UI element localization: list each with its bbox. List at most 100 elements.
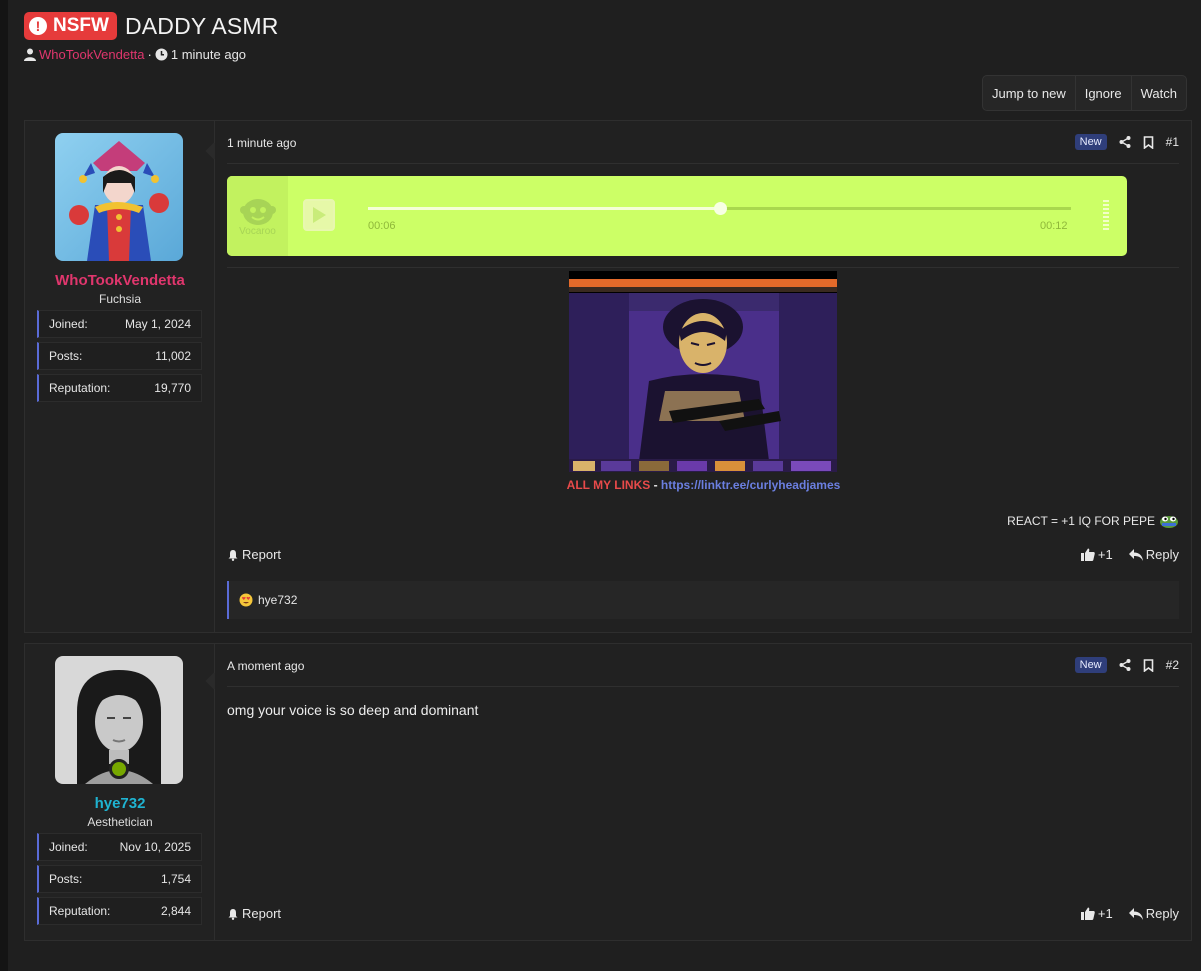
share-icon[interactable]	[1119, 659, 1131, 671]
meta-separator: ·	[147, 47, 152, 62]
total-time: 00:12	[1040, 220, 1068, 232]
vocaroo-player: Vocaroo 00:06 00:12	[227, 176, 1127, 256]
stat-value[interactable]: 11,002	[155, 349, 191, 363]
report-label: Report	[242, 906, 282, 921]
thread-time[interactable]: 1 minute ago	[171, 47, 246, 62]
thread-author-link[interactable]: WhoTookVendetta	[39, 47, 145, 62]
stat-value: 19,770	[154, 381, 191, 395]
user-title: Aesthetician	[87, 815, 153, 829]
stat-joined: Joined: May 1, 2024	[37, 310, 202, 338]
links-label: ALL MY LINKS	[566, 478, 651, 492]
report-label: Report	[242, 547, 282, 562]
username-link[interactable]: hye732	[25, 795, 215, 812]
clock-icon	[155, 48, 168, 61]
reply-icon	[1128, 548, 1143, 561]
post-content: 1 minute ago New #1 Vocaroo 00:06 00:12 …	[215, 121, 1191, 632]
post-user-cell: hye732 Aesthetician Joined: Nov 10, 2025…	[25, 644, 215, 940]
reactions-bar[interactable]: hye732	[227, 581, 1179, 619]
divider	[227, 686, 1179, 687]
post-actions: Report +1 Reply	[227, 906, 1179, 921]
stat-value: May 1, 2024	[124, 317, 191, 331]
username-link[interactable]: WhoTookVendetta	[25, 272, 215, 289]
pepe-emoji-icon	[1159, 514, 1179, 528]
thread-meta: WhoTookVendetta · 1 minute ago	[24, 47, 246, 62]
stat-value[interactable]: 1,754	[161, 872, 191, 886]
jump-to-new-button[interactable]: Jump to new	[983, 76, 1076, 110]
thumbs-up-icon	[1080, 548, 1095, 561]
reply-label: Reply	[1145, 547, 1179, 562]
post-tools: New #1	[1074, 134, 1179, 150]
stat-label: Reputation:	[49, 381, 111, 395]
like-count: +1	[1097, 906, 1113, 921]
page-edge	[0, 0, 8, 971]
reaction-user[interactable]: hye732	[258, 593, 297, 607]
stat-label: Posts:	[49, 349, 83, 363]
bookmark-icon[interactable]	[1143, 658, 1154, 672]
thread-title-text: DADDY ASMR	[124, 12, 279, 39]
new-badge: New	[1074, 134, 1107, 150]
volume-icon[interactable]	[1103, 200, 1109, 230]
seek-bar[interactable]	[368, 202, 1071, 215]
stat-label: Posts:	[49, 872, 83, 886]
post-date[interactable]: A moment ago	[227, 659, 304, 673]
bell-icon	[228, 908, 238, 920]
thread-title: ! NSFW DADDY ASMR	[24, 12, 279, 40]
stat-label: Reputation:	[49, 904, 111, 918]
post-number[interactable]: #2	[1166, 658, 1179, 672]
stat-label: Joined:	[49, 840, 88, 854]
heart-eyes-emoji-icon	[239, 593, 253, 607]
linktree-link[interactable]: https://linktr.ee/curlyheadjames	[661, 478, 840, 492]
stat-value: 2,844	[160, 904, 191, 918]
reply-button[interactable]: Reply	[1128, 906, 1179, 921]
reply-label: Reply	[1145, 906, 1179, 921]
post-content: A moment ago New #2 omg your voice is so…	[215, 644, 1191, 940]
new-badge: New	[1074, 657, 1107, 673]
signature-text: REACT = +1 IQ FOR PEPE	[1007, 514, 1155, 528]
stat-reputation: Reputation: 19,770	[37, 374, 202, 402]
stat-reputation: Reputation: 2,844	[37, 897, 202, 925]
thumbs-up-icon	[1080, 907, 1095, 920]
like-count: +1	[1097, 547, 1113, 562]
share-icon[interactable]	[1119, 136, 1131, 148]
post-user-cell: WhoTookVendetta Fuchsia Joined: May 1, 2…	[25, 121, 215, 632]
avatar[interactable]	[55, 133, 183, 261]
watch-button[interactable]: Watch	[1132, 76, 1186, 110]
bookmark-icon[interactable]	[1143, 135, 1154, 149]
stat-posts: Posts: 11,002	[37, 342, 202, 370]
post-1: WhoTookVendetta Fuchsia Joined: May 1, 2…	[24, 120, 1192, 633]
vocaroo-logo[interactable]: Vocaroo	[227, 176, 288, 256]
report-button[interactable]: Report	[227, 906, 281, 921]
seek-handle[interactable]	[713, 202, 727, 215]
embedded-image[interactable]	[569, 271, 837, 472]
links-separator: -	[650, 478, 661, 492]
alert-icon: !	[29, 17, 47, 35]
elapsed-time: 00:06	[368, 220, 396, 232]
report-button[interactable]: Report	[227, 547, 281, 562]
seek-progress	[368, 207, 720, 210]
bell-icon	[228, 549, 238, 561]
like-button[interactable]: +1	[1080, 906, 1113, 921]
stat-joined: Joined: Nov 10, 2025	[37, 833, 202, 861]
ignore-button[interactable]: Ignore	[1076, 76, 1132, 110]
reply-button[interactable]: Reply	[1128, 547, 1179, 562]
stat-label: Joined:	[49, 317, 88, 331]
stat-value: Nov 10, 2025	[119, 840, 191, 854]
signature: REACT = +1 IQ FOR PEPE	[1007, 514, 1179, 528]
user-icon	[24, 48, 36, 61]
post-date[interactable]: 1 minute ago	[227, 136, 296, 150]
post-2: hye732 Aesthetician Joined: Nov 10, 2025…	[24, 643, 1192, 941]
nsfw-prefix-badge[interactable]: ! NSFW	[24, 12, 117, 40]
post-tools: New #2	[1074, 657, 1179, 673]
post-number[interactable]: #1	[1166, 135, 1179, 149]
vocaroo-brand: Vocaroo	[239, 225, 276, 237]
like-button[interactable]: +1	[1080, 547, 1113, 562]
play-button[interactable]	[303, 199, 335, 231]
post-actions: Report +1 Reply	[227, 547, 1179, 562]
divider	[227, 163, 1179, 164]
online-status-icon	[109, 759, 129, 779]
thread-actions: Jump to new Ignore Watch	[982, 75, 1187, 111]
stat-posts: Posts: 1,754	[37, 865, 202, 893]
reply-icon	[1128, 907, 1143, 920]
links-line: ALL MY LINKS - https://linktr.ee/curlyhe…	[215, 478, 1192, 492]
post-body: omg your voice is so deep and dominant	[227, 702, 479, 718]
